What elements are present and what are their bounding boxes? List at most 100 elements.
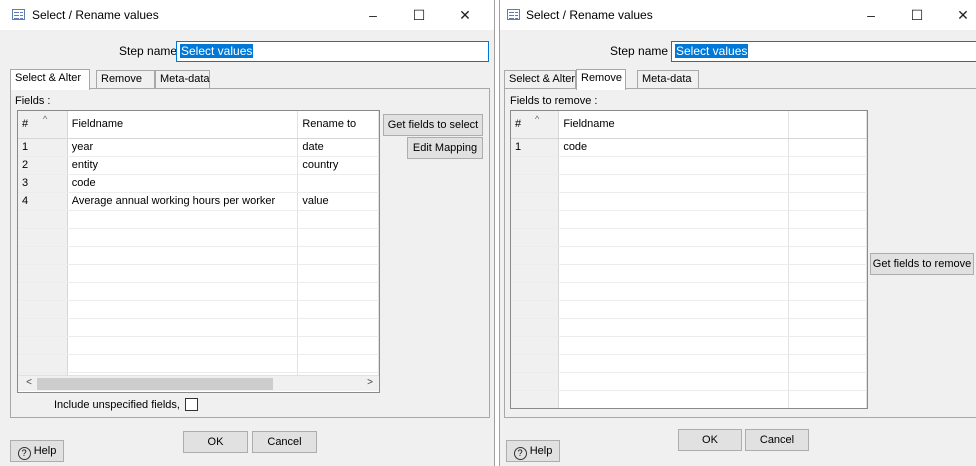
header-fieldname[interactable]: Fieldname (67, 111, 299, 139)
step-name-value: Select values (675, 44, 749, 58)
table-row[interactable] (511, 336, 867, 355)
close-button[interactable]: ✕ (940, 0, 976, 30)
include-unspecified-checkbox[interactable] (185, 398, 199, 411)
table-row[interactable] (511, 372, 867, 391)
table-header-row: # Fieldname Rename to (18, 111, 379, 139)
maximize-button[interactable]: ☐ (396, 0, 442, 30)
include-unspecified-row: Include unspecified fields, (54, 398, 199, 411)
close-button[interactable]: ✕ (442, 0, 488, 30)
table-row[interactable]: 3 code (18, 174, 379, 193)
window-title: Select / Rename values (526, 8, 653, 22)
table-row[interactable] (18, 354, 379, 373)
table-row[interactable]: 2 entity country (18, 156, 379, 175)
cell-rename-to[interactable]: country (297, 156, 379, 175)
tab-bar: Select & Alter Remove Meta-data (10, 69, 490, 90)
help-icon: ? (17, 447, 31, 460)
maximize-button[interactable]: ☐ (894, 0, 940, 30)
cell-fieldname[interactable]: entity (67, 156, 299, 175)
help-icon: ? (513, 447, 527, 460)
tab-bar: Select & Alter Remove Meta-data (504, 69, 976, 90)
table-row[interactable] (511, 192, 867, 211)
row-number: 3 (18, 174, 68, 193)
header-empty (788, 111, 867, 139)
step-name-label: Step name (119, 44, 178, 58)
table-row[interactable] (511, 228, 867, 247)
fields-table[interactable]: # Fieldname Rename to 1 year date 2 enti… (17, 110, 380, 393)
table-row[interactable] (18, 228, 379, 247)
scroll-left-icon[interactable]: < (21, 377, 37, 388)
scroll-right-icon[interactable]: > (362, 377, 378, 388)
fields-label: Fields : (15, 95, 51, 107)
help-label: Help (33, 445, 57, 457)
select-rename-dialog-right: Select / Rename values – ☐ ✕ Step name S… (500, 0, 976, 466)
tab-remove[interactable]: Remove (96, 70, 155, 89)
cell-fieldname[interactable]: Average annual working hours per worker (67, 192, 299, 211)
header-rename-to[interactable]: Rename to (297, 111, 379, 139)
ok-button[interactable]: OK (678, 429, 742, 451)
cell-fieldname[interactable]: code (558, 138, 790, 157)
help-button[interactable]: ? Help (10, 440, 64, 462)
step-name-label: Step name (610, 44, 669, 58)
select-rename-dialog-left: Select / Rename values – ☐ ✕ Step name S… (0, 0, 494, 466)
horizontal-scrollbar[interactable]: < > (19, 375, 379, 391)
cancel-button[interactable]: Cancel (252, 431, 317, 453)
table-row[interactable] (511, 300, 867, 319)
row-number: 1 (511, 138, 560, 157)
table-row[interactable] (511, 318, 867, 337)
table-row[interactable] (511, 210, 867, 229)
edit-mapping-button[interactable]: Edit Mapping (407, 137, 483, 159)
table-row[interactable] (18, 318, 379, 337)
cell-fieldname[interactable]: year (67, 138, 299, 157)
title-bar: Select / Rename values – ☐ ✕ (0, 0, 494, 30)
row-number: 4 (18, 192, 68, 211)
window-title: Select / Rename values (32, 8, 159, 22)
table-row[interactable]: 4 Average annual working hours per worke… (18, 192, 379, 211)
table-row[interactable] (18, 282, 379, 301)
fields-to-remove-table[interactable]: # Fieldname 1 code ^ (510, 110, 868, 409)
minimize-button[interactable]: – (848, 0, 894, 30)
table-row[interactable] (511, 282, 867, 301)
get-fields-to-remove-button[interactable]: Get fields to remove (870, 253, 974, 275)
table-row[interactable] (18, 246, 379, 265)
help-button[interactable]: ? Help (506, 440, 560, 462)
ok-button[interactable]: OK (183, 431, 248, 453)
tab-remove[interactable]: Remove (576, 69, 626, 90)
tab-select-alter[interactable]: Select & Alter (504, 70, 576, 89)
table-row[interactable] (511, 156, 867, 175)
row-number: 2 (18, 156, 68, 175)
row-number: 1 (18, 138, 68, 157)
scrollbar-thumb[interactable] (37, 378, 273, 390)
table-row[interactable] (18, 264, 379, 283)
sort-caret-icon: ^ (43, 114, 48, 124)
step-name-input[interactable]: Select values (671, 41, 976, 62)
tab-meta-data[interactable]: Meta-data (637, 70, 699, 89)
table-row[interactable] (18, 336, 379, 355)
get-fields-to-select-button[interactable]: Get fields to select (383, 114, 483, 136)
fields-to-remove-label: Fields to remove : (510, 95, 598, 107)
dialog-icon (12, 9, 25, 20)
cell-rename-to[interactable]: value (297, 192, 379, 211)
cell-fieldname[interactable]: code (67, 174, 299, 193)
help-label: Help (529, 445, 553, 457)
table-row[interactable] (511, 390, 867, 408)
sort-caret-icon: ^ (535, 114, 540, 124)
header-fieldname[interactable]: Fieldname (558, 111, 790, 139)
table-row[interactable] (18, 300, 379, 319)
cell-rename-to[interactable]: date (297, 138, 379, 157)
table-row[interactable] (511, 354, 867, 373)
table-row[interactable] (511, 174, 867, 193)
tab-meta-data[interactable]: Meta-data (155, 70, 210, 89)
minimize-button[interactable]: – (350, 0, 396, 30)
table-row[interactable]: 1 year date (18, 138, 379, 157)
table-row[interactable] (511, 264, 867, 283)
step-name-input[interactable]: Select values (176, 41, 489, 62)
cell-rename-to[interactable] (297, 174, 379, 193)
title-bar: Select / Rename values – ☐ ✕ (500, 0, 976, 30)
table-row[interactable]: 1 code (511, 138, 867, 157)
cancel-button[interactable]: Cancel (745, 429, 809, 451)
tab-select-alter[interactable]: Select & Alter (10, 69, 90, 90)
table-row[interactable] (18, 210, 379, 229)
table-row[interactable] (511, 246, 867, 265)
include-unspecified-label: Include unspecified fields, (54, 399, 180, 411)
step-name-value: Select values (180, 44, 254, 58)
